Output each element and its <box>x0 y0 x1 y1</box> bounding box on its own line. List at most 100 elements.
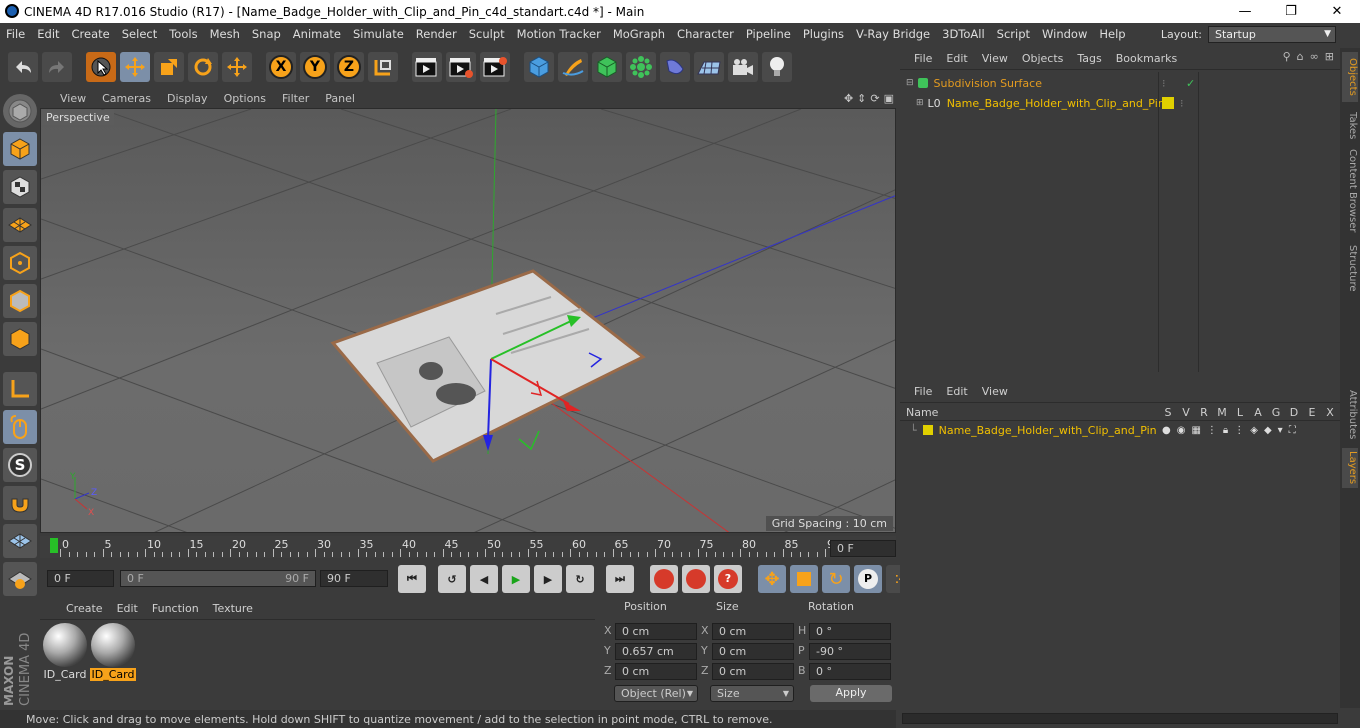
menu-select[interactable]: Select <box>116 27 163 41</box>
material-menu-function[interactable]: Function <box>152 602 199 615</box>
layer-column-v[interactable]: V <box>1177 406 1195 419</box>
size-x-field[interactable]: 0 cm <box>712 623 794 640</box>
layer-menu-edit[interactable]: Edit <box>946 385 967 398</box>
y-axis-button[interactable]: Y <box>300 52 330 82</box>
apply-button[interactable]: Apply <box>810 685 892 702</box>
floor-button[interactable] <box>694 52 724 82</box>
size-mode-select[interactable]: Size ▼ <box>710 685 794 702</box>
viewport-perspective[interactable]: Y Z X Perspective Grid Spacing : 10 cm <box>40 108 896 533</box>
key-position-button[interactable]: ✥ <box>758 565 786 593</box>
position-y-field[interactable]: 0.657 cm <box>615 643 697 660</box>
check-icon[interactable]: ✓ <box>1186 77 1195 90</box>
viewport-maximize-icon[interactable]: ▣ <box>884 92 894 105</box>
layer-column-s[interactable]: S <box>1159 406 1177 419</box>
menu-create[interactable]: Create <box>66 27 116 41</box>
snap-button[interactable]: S <box>3 448 37 482</box>
expression-icon[interactable]: ▾ <box>1278 425 1283 436</box>
expand-icon[interactable]: ⊞ <box>916 98 924 108</box>
menu-mograph[interactable]: MoGraph <box>607 27 671 41</box>
layer-menu-file[interactable]: File <box>914 385 932 398</box>
menu-animate[interactable]: Animate <box>287 27 347 41</box>
transform-tool-button[interactable] <box>222 52 252 82</box>
start-frame-field[interactable]: 0 F <box>47 570 114 587</box>
tab-attributes[interactable]: Attributes <box>1342 388 1358 442</box>
manager-icon[interactable]: ⋮ <box>1207 425 1217 436</box>
maximize-button[interactable]: ❐ <box>1268 4 1314 19</box>
material-item[interactable]: ID_Card <box>90 622 136 681</box>
menu-edit[interactable]: Edit <box>31 27 65 41</box>
rotation-h-field[interactable]: 0 ° <box>809 623 891 640</box>
viewport-label[interactable]: Perspective <box>42 110 114 125</box>
redo-button[interactable] <box>42 52 72 82</box>
tab-structure[interactable]: Structure <box>1342 242 1358 294</box>
size-y-field[interactable]: 0 cm <box>712 643 794 660</box>
layout-select[interactable]: Startup ▼ <box>1208 25 1336 43</box>
scale-tool-button[interactable] <box>154 52 184 82</box>
object-menu-tags[interactable]: Tags <box>1077 52 1101 65</box>
menu-3dtoall[interactable]: 3DToAll <box>936 27 991 41</box>
viewport-move-icon[interactable]: ✥ <box>844 92 853 105</box>
generator-icon[interactable]: ◈ <box>1250 425 1258 436</box>
menu-window[interactable]: Window <box>1036 27 1093 41</box>
magnet-button[interactable] <box>3 486 37 520</box>
material-menu-texture[interactable]: Texture <box>213 602 253 615</box>
search-icon[interactable]: ⚲ <box>1283 50 1291 63</box>
viewport-menu-options[interactable]: Options <box>224 92 266 105</box>
x-axis-button[interactable]: X <box>266 52 296 82</box>
size-z-field[interactable]: 0 cm <box>712 663 794 680</box>
viewport-menu-cameras[interactable]: Cameras <box>102 92 151 105</box>
tab-takes[interactable]: Takes <box>1342 108 1358 144</box>
object-menu-file[interactable]: File <box>914 52 932 65</box>
menu-help[interactable]: Help <box>1093 27 1131 41</box>
viewport-menu-panel[interactable]: Panel <box>325 92 355 105</box>
position-z-field[interactable]: 0 cm <box>615 663 697 680</box>
material-menu-edit[interactable]: Edit <box>117 602 138 615</box>
menu-mesh[interactable]: Mesh <box>204 27 246 41</box>
record-keys-button[interactable] <box>650 565 678 593</box>
go-to-end-button[interactable]: ⏭ <box>606 565 634 593</box>
z-axis-button[interactable]: Z <box>334 52 364 82</box>
object-menu-bookmarks[interactable]: Bookmarks <box>1116 52 1177 65</box>
move-tool-button[interactable] <box>120 52 150 82</box>
live-selection-button[interactable] <box>86 52 116 82</box>
tab-objects[interactable]: Objects <box>1342 52 1358 102</box>
workplane-axis-button[interactable] <box>3 562 37 596</box>
viewport-rotate-icon[interactable]: ⟳ <box>870 92 879 105</box>
rotate-tool-button[interactable] <box>188 52 218 82</box>
keyframe-selection-button[interactable]: ? <box>714 565 742 593</box>
close-button[interactable]: ✕ <box>1314 4 1360 19</box>
axis-mode-button[interactable] <box>3 372 37 406</box>
coordinate-system-button[interactable] <box>368 52 398 82</box>
position-x-field[interactable]: 0 cm <box>615 623 697 640</box>
frame-range-slider[interactable]: 0 F 90 F <box>120 570 316 587</box>
polygon-mode-button[interactable] <box>3 322 37 356</box>
key-rotation-button[interactable]: ↻ <box>822 565 850 593</box>
cloner-button[interactable] <box>626 52 656 82</box>
viewport-menu-filter[interactable]: Filter <box>282 92 309 105</box>
tweak-mode-button[interactable] <box>3 410 37 444</box>
menu-script[interactable]: Script <box>991 27 1036 41</box>
undo-button[interactable] <box>8 52 38 82</box>
layer-column-m[interactable]: M <box>1213 406 1231 419</box>
xref-icon[interactable]: ⛶ <box>1289 425 1296 436</box>
menu-plugins[interactable]: Plugins <box>797 27 850 41</box>
menu-v-ray-bridge[interactable]: V-Ray Bridge <box>850 27 936 41</box>
pen-button[interactable] <box>558 52 588 82</box>
go-to-start-button[interactable]: ⏮ <box>398 565 426 593</box>
play-button[interactable]: ▶ <box>502 565 530 593</box>
visibility-dots[interactable]: ⁝ <box>1162 77 1166 90</box>
light-button[interactable] <box>762 52 792 82</box>
menu-render[interactable]: Render <box>410 27 463 41</box>
layer-column-g[interactable]: G <box>1267 406 1285 419</box>
viewport-dolly-icon[interactable]: ⇕ <box>857 92 866 105</box>
menu-tools[interactable]: Tools <box>163 27 203 41</box>
next-key-button[interactable]: ↻ <box>566 565 594 593</box>
layer-color-swatch[interactable] <box>922 425 933 435</box>
view-icon[interactable]: ◉ <box>1177 425 1186 436</box>
deformer-button[interactable] <box>660 52 690 82</box>
animation-icon[interactable]: ⋮ <box>1234 425 1244 436</box>
object-menu-objects[interactable]: Objects <box>1022 52 1064 65</box>
layer-column-e[interactable]: E <box>1303 406 1321 419</box>
layer-scrollbar[interactable] <box>902 713 1338 724</box>
autokey-button[interactable] <box>682 565 710 593</box>
